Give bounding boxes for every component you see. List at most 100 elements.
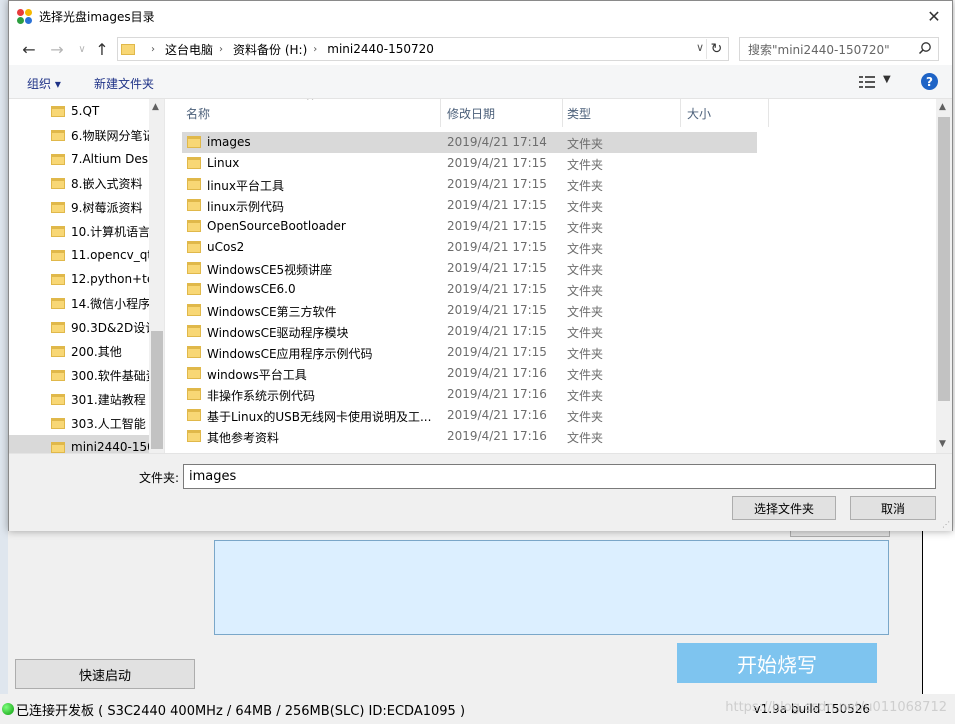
nav-item[interactable]: 7.Altium Design (9, 147, 149, 171)
folder-icon (187, 283, 201, 295)
file-type: 文件夹 (567, 326, 604, 340)
scroll-up-icon[interactable]: ▲ (152, 102, 159, 112)
file-date: 2019/4/21 17:15 (447, 303, 547, 317)
file-row[interactable]: OpenSourceBootloader 2019/4/21 17:15 文件夹 (182, 216, 757, 237)
help-icon[interactable]: ? (921, 73, 938, 90)
nav-item[interactable]: 6.物联网分笔记 (9, 123, 149, 147)
scroll-up-icon[interactable]: ▲ (939, 102, 946, 112)
file-date: 2019/4/21 17:15 (447, 324, 547, 338)
file-name: 基于Linux的USB无线网卡使用说明及工... (207, 410, 432, 424)
forward-arrow-icon[interactable]: → (47, 39, 67, 59)
nav-item[interactable]: 200.其他 (9, 339, 149, 363)
file-row[interactable]: 其他参考资料 2019/4/21 17:16 文件夹 (182, 426, 757, 447)
breadcrumb-drive[interactable]: 资料备份 (H:) (233, 41, 307, 58)
file-type: 文件夹 (567, 368, 604, 382)
file-list-scrollbar[interactable]: ▲ ▼ (936, 99, 952, 453)
nav-item[interactable]: 11.opencv_qt (9, 243, 149, 267)
address-row: ← → ∨ ↑ › 这台电脑 › 资料备份 (H:) › mini2440-15… (9, 32, 952, 65)
nav-item[interactable]: 301.建站教程 (9, 387, 149, 411)
nav-item-label: mini2440-150 (71, 440, 149, 453)
new-folder-button[interactable]: 新建文件夹 (94, 75, 154, 92)
quick-start-button[interactable]: 快速启动 (15, 659, 195, 689)
file-row[interactable]: WindowsCE驱动程序模块 2019/4/21 17:15 文件夹 (182, 321, 757, 342)
file-date: 2019/4/21 17:16 (447, 387, 547, 401)
nav-scroll-thumb[interactable] (151, 331, 163, 449)
view-options-icon[interactable] (859, 75, 875, 89)
refresh-icon[interactable]: ↻ (706, 39, 726, 59)
folder-icon (51, 105, 65, 117)
organize-menu[interactable]: 组织 ▾ (27, 75, 61, 92)
file-list-scroll-thumb[interactable] (938, 117, 950, 401)
file-row[interactable]: windows平台工具 2019/4/21 17:16 文件夹 (182, 363, 757, 384)
address-dropdown-icon[interactable]: ∨ (696, 41, 704, 54)
nav-item-label: 5.QT (71, 104, 100, 118)
dialog-titlebar[interactable]: 选择光盘images目录 ✕ (9, 1, 952, 32)
file-row[interactable]: Linux 2019/4/21 17:15 文件夹 (182, 153, 757, 174)
file-row[interactable]: linux平台工具 2019/4/21 17:15 文件夹 (182, 174, 757, 195)
column-header-name[interactable]: 名称 (182, 99, 441, 127)
file-row[interactable]: WindowsCE应用程序示例代码 2019/4/21 17:15 文件夹 (182, 342, 757, 363)
chevron-right-icon[interactable]: › (313, 44, 317, 55)
nav-item-label: 12.python+te (71, 272, 149, 286)
nav-item[interactable]: 90.3D&2D设计 (9, 315, 149, 339)
connection-status-text: 已连接开发板 ( S3C2440 400MHz / 64MB / 256MB(S… (16, 703, 466, 719)
file-name: Linux (207, 156, 240, 170)
resize-grip-icon[interactable]: ⋰ (942, 520, 950, 529)
column-header-date[interactable]: 修改日期 (443, 99, 563, 127)
breadcrumb-this-pc[interactable]: 这台电脑 (165, 41, 213, 58)
file-name: linux示例代码 (207, 200, 284, 214)
file-row[interactable]: 基于Linux的USB无线网卡使用说明及工... 2019/4/21 17:16 文… (182, 405, 757, 426)
file-name: WindowsCE6.0 (207, 282, 296, 296)
select-folder-button[interactable]: 选择文件夹 (732, 496, 836, 520)
folder-icon (51, 273, 65, 285)
file-row[interactable]: WindowsCE5视频讲座 2019/4/21 17:15 文件夹 (182, 258, 757, 279)
file-row[interactable]: linux示例代码 2019/4/21 17:15 文件夹 (182, 195, 757, 216)
file-row-selected[interactable]: images 2019/4/21 17:14 文件夹 (182, 132, 757, 153)
file-row[interactable]: 非操作系统示例代码 2019/4/21 17:16 文件夹 (182, 384, 757, 405)
recent-dropdown-icon[interactable]: ∨ (72, 39, 92, 59)
nav-item[interactable]: 303.人工智能 (9, 411, 149, 435)
file-row[interactable]: WindowsCE第三方软件 2019/4/21 17:15 文件夹 (182, 300, 757, 321)
folder-icon (51, 417, 65, 429)
nav-item[interactable]: 12.python+te (9, 267, 149, 291)
file-row[interactable]: uCos2 2019/4/21 17:15 文件夹 (182, 237, 757, 258)
file-date: 2019/4/21 17:15 (447, 282, 547, 296)
start-burn-button[interactable]: 开始烧写 (677, 643, 877, 683)
file-name: images (207, 135, 251, 149)
file-row[interactable]: WindowsCE6.0 2019/4/21 17:15 文件夹 (182, 279, 757, 300)
view-dropdown-icon[interactable]: ▼ (883, 74, 891, 85)
folder-icon (187, 199, 201, 211)
nav-item-selected[interactable]: mini2440-150 (9, 435, 149, 453)
up-arrow-icon[interactable]: ↑ (92, 39, 112, 59)
close-icon[interactable]: ✕ (922, 5, 946, 27)
nav-item[interactable]: 5.QT (9, 99, 149, 123)
chevron-right-icon[interactable]: › (219, 44, 223, 55)
nav-item[interactable]: 9.树莓派资料 (9, 195, 149, 219)
nav-item[interactable]: 8.嵌入式资料 (9, 171, 149, 195)
file-name: OpenSourceBootloader (207, 219, 346, 233)
connection-led-icon (2, 703, 14, 715)
file-name: 其他参考资料 (207, 431, 280, 445)
folder-icon (187, 157, 201, 169)
file-date: 2019/4/21 17:15 (447, 240, 547, 254)
nav-item[interactable]: 10.计算机语言 (9, 219, 149, 243)
nav-item[interactable]: 300.软件基础资 (9, 363, 149, 387)
back-arrow-icon[interactable]: ← (19, 39, 39, 59)
breadcrumb-folder[interactable]: mini2440-150720 (327, 42, 434, 56)
log-output-box (214, 540, 889, 635)
search-input[interactable]: 搜索"mini2440-150720" (739, 37, 939, 61)
chevron-right-icon[interactable]: › (151, 44, 155, 55)
column-header-type[interactable]: 类型 (563, 99, 681, 127)
file-type: 文件夹 (567, 158, 604, 172)
nav-item[interactable]: 14.微信小程序 (9, 291, 149, 315)
address-bar[interactable]: › 这台电脑 › 资料备份 (H:) › mini2440-150720 ∨ ↻ (117, 37, 729, 61)
column-header-size[interactable]: 大小 (683, 99, 769, 127)
search-icon[interactable] (918, 41, 932, 55)
file-date: 2019/4/21 17:15 (447, 345, 547, 359)
folder-name-input[interactable]: images (183, 464, 936, 489)
scroll-down-icon[interactable]: ▼ (939, 439, 946, 449)
cancel-button[interactable]: 取消 (850, 496, 936, 520)
folder-icon (51, 201, 65, 213)
nav-scrollbar[interactable]: ▲ (149, 99, 164, 453)
folder-icon (51, 441, 65, 453)
